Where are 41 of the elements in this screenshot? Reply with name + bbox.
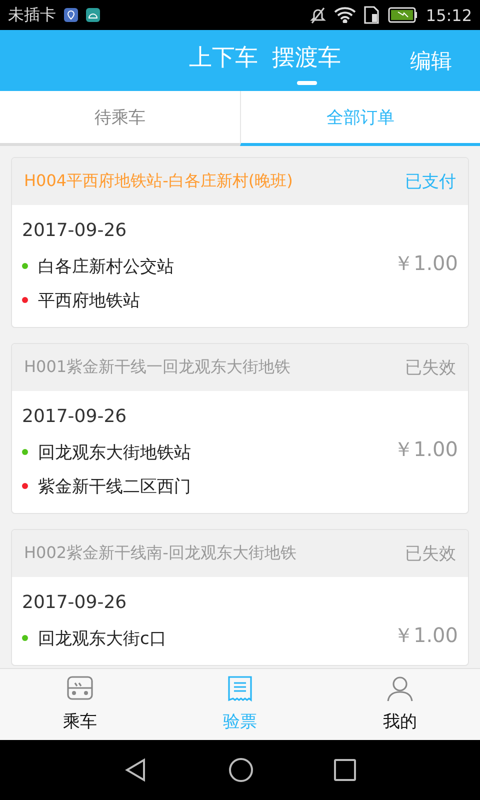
- nav-item[interactable]: 我的: [320, 669, 480, 740]
- order-card[interactable]: H004平西府地铁站-白各庄新村(晚班) 已支付 2017-09-26 白各庄新村公交站 平西府地铁站 ￥1.00: [11, 157, 469, 328]
- recents-button[interactable]: [334, 759, 356, 781]
- carrier-text: 未插卡: [8, 4, 56, 26]
- stop-name: 白各庄新村公交站: [38, 256, 174, 278]
- order-price: ￥1.00: [393, 622, 458, 649]
- nav-item[interactable]: 验票: [160, 669, 320, 740]
- wifi-icon: [334, 7, 356, 23]
- order-price: ￥1.00: [393, 436, 458, 463]
- home-button[interactable]: [228, 757, 254, 783]
- route-title: H002紫金新干线南-回龙观东大街地铁: [24, 543, 296, 564]
- order-date: 2017-09-26: [22, 591, 128, 615]
- person-icon: [387, 676, 413, 702]
- bus-icon: [67, 676, 93, 702]
- clock-time: 15:12: [426, 6, 472, 24]
- order-status: 已失效: [405, 357, 456, 379]
- sim-card-icon: [364, 6, 380, 24]
- route-title: H004平西府地铁站-白各庄新村(晚班): [24, 171, 293, 192]
- location-pin-icon: [64, 8, 78, 22]
- header-tab[interactable]: 摆渡车: [272, 36, 341, 85]
- receipt-icon: [227, 676, 253, 702]
- order-status: 已支付: [405, 171, 456, 193]
- stop-name: 回龙观东大街c口: [38, 628, 166, 650]
- battery-icon: [388, 7, 418, 23]
- edit-button[interactable]: 编辑: [410, 46, 452, 74]
- order-date: 2017-09-26: [22, 405, 128, 429]
- order-tab[interactable]: 待乘车: [0, 91, 240, 146]
- nav-item[interactable]: 乘车: [0, 669, 160, 740]
- route-title: H001紫金新干线一回龙观东大街地铁: [24, 357, 291, 378]
- order-price: ￥1.00: [393, 250, 458, 277]
- stop-name: 回龙观东大街地铁站: [38, 442, 191, 464]
- back-button[interactable]: [124, 758, 148, 782]
- header-tab[interactable]: 上下车: [189, 36, 258, 85]
- order-date: 2017-09-26: [22, 219, 128, 243]
- order-status: 已失效: [405, 543, 456, 565]
- mute-icon: [310, 6, 326, 24]
- stop-name: 平西府地铁站: [38, 290, 140, 312]
- stop-name: 紫金新干线二区西门: [38, 476, 191, 498]
- order-card[interactable]: H002紫金新干线南-回龙观东大街地铁 已失效 2017-09-26 回龙观东大街c口 ￥1.00: [11, 529, 469, 666]
- order-card[interactable]: H001紫金新干线一回龙观东大街地铁 已失效 2017-09-26 回龙观东大街地铁站 紫金新干线二区西门 ￥1.00: [11, 343, 469, 514]
- order-tab[interactable]: 全部订单: [240, 91, 480, 146]
